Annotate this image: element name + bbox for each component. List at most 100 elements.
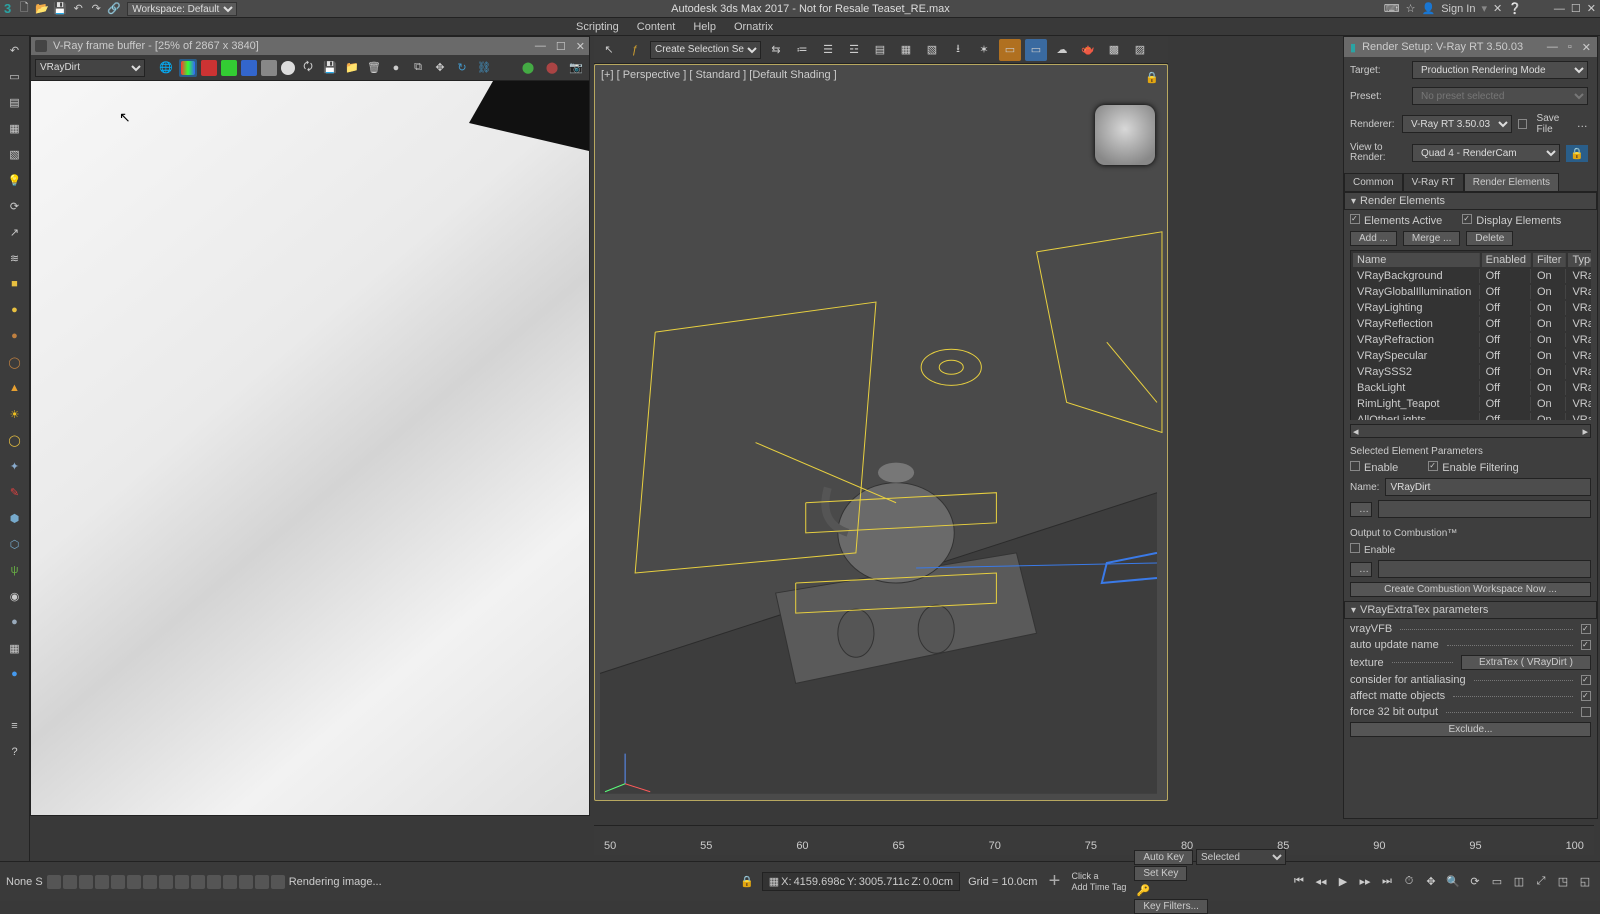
key-icon[interactable]: 🔑 bbox=[1134, 881, 1152, 899]
utility-icon[interactable]: ▧ bbox=[5, 144, 25, 164]
align-icon[interactable]: ≔ bbox=[791, 39, 813, 61]
table-row[interactable]: VRayRefractionOffOnVRayRefrac bbox=[1353, 333, 1591, 347]
rollout-render-elements[interactable]: ▾ Render Elements bbox=[1344, 192, 1597, 210]
rollout-vray-extratex[interactable]: ▾ VRayExtraTex parameters bbox=[1344, 601, 1597, 619]
grid2-icon[interactable]: ▩ bbox=[1103, 39, 1125, 61]
vp-paint-icon[interactable]: ƒ bbox=[624, 39, 646, 61]
star-icon[interactable]: ☆ bbox=[1406, 2, 1416, 15]
vfb-close-icon[interactable]: ✕ bbox=[576, 40, 585, 53]
help-icon[interactable]: ❔ bbox=[1508, 2, 1522, 15]
exchange-icon[interactable]: ✕ bbox=[1493, 2, 1502, 15]
layers2-icon[interactable]: ☲ bbox=[843, 39, 865, 61]
camera-icon[interactable]: ⟳ bbox=[5, 196, 25, 216]
elem-path-field[interactable] bbox=[1378, 500, 1591, 518]
col-type[interactable]: Type bbox=[1568, 253, 1591, 267]
add-time-tag-icon[interactable]: + bbox=[1045, 873, 1063, 891]
ring-icon[interactable]: ◯ bbox=[5, 430, 25, 450]
mirror-icon[interactable]: ⇆ bbox=[765, 39, 787, 61]
vfb-maximize-icon[interactable]: ☐ bbox=[556, 40, 566, 53]
region-icon[interactable]: ◳ bbox=[1554, 873, 1572, 891]
render-setup-titlebar[interactable]: ▮ Render Setup: V-Ray RT 3.50.03 — ▫ ✕ bbox=[1344, 37, 1597, 57]
table-row[interactable]: VRayLightingOffOnVRayLightin bbox=[1353, 301, 1591, 315]
vfb-titlebar[interactable]: V-Ray frame buffer - [25% of 2867 x 3840… bbox=[31, 37, 589, 55]
texture-button[interactable]: ExtraTex ( VRayDirt ) bbox=[1461, 655, 1591, 670]
savefile-browse-icon[interactable]: … bbox=[1577, 118, 1588, 130]
elements-active-checkbox[interactable] bbox=[1350, 214, 1360, 224]
misc2-icon[interactable]: ⬡ bbox=[5, 534, 25, 554]
tab-vray-rt[interactable]: V-Ray RT bbox=[1403, 173, 1464, 191]
blue-channel-icon[interactable] bbox=[241, 60, 257, 76]
minmax-icon[interactable]: ◱ bbox=[1576, 873, 1594, 891]
grass-icon[interactable]: ψ bbox=[5, 560, 25, 580]
layers-icon[interactable]: ☰ bbox=[817, 39, 839, 61]
prev-frame-icon[interactable]: ◂◂ bbox=[1312, 873, 1330, 891]
delete-element-button[interactable]: Delete bbox=[1466, 231, 1513, 246]
save-frame-icon[interactable]: 💾 bbox=[321, 59, 339, 77]
render-icon[interactable]: ⭳ bbox=[947, 39, 969, 61]
vfb-channel-select[interactable]: VRayDirt bbox=[35, 59, 145, 77]
folder-icon[interactable]: 📁 bbox=[343, 59, 361, 77]
elem-browse-button[interactable]: … bbox=[1350, 502, 1372, 517]
view-to-render-select[interactable]: Quad 4 - RenderCam bbox=[1412, 144, 1560, 162]
red-channel-icon[interactable] bbox=[201, 60, 217, 76]
refresh-icon[interactable]: ↻ bbox=[453, 59, 471, 77]
key-mode-select[interactable]: Selected bbox=[1196, 849, 1286, 865]
enable-filtering-checkbox[interactable] bbox=[1428, 461, 1438, 471]
trash-icon[interactable]: 🗑 bbox=[365, 59, 383, 77]
menu-content[interactable]: Content bbox=[637, 21, 676, 33]
orbit-icon[interactable]: ⟳ bbox=[1466, 873, 1484, 891]
box-icon[interactable]: ■ bbox=[5, 274, 25, 294]
dup-icon[interactable]: ⧉ bbox=[409, 59, 427, 77]
param-checkbox[interactable] bbox=[1581, 707, 1591, 717]
grid-icon[interactable]: ▦ bbox=[5, 638, 25, 658]
goto-end-icon[interactable]: ⏭ bbox=[1378, 873, 1396, 891]
pan-icon[interactable]: ✥ bbox=[1422, 873, 1440, 891]
workspace-selector[interactable]: Workspace: Default bbox=[127, 2, 237, 16]
savefile-checkbox[interactable] bbox=[1518, 119, 1527, 129]
save-icon[interactable]: 💾 bbox=[53, 2, 67, 16]
tab-common[interactable]: Common bbox=[1344, 173, 1403, 191]
panel-maximize-icon[interactable]: ▫ bbox=[1568, 41, 1572, 54]
snap-icon[interactable]: ✶ bbox=[973, 39, 995, 61]
rgb-all-icon[interactable] bbox=[179, 59, 197, 77]
link2-icon[interactable]: ⛓ bbox=[475, 59, 493, 77]
vfb-image-view[interactable]: ↖ bbox=[31, 81, 589, 815]
list-icon[interactable]: ≡ bbox=[5, 716, 25, 736]
globe-icon[interactable]: 🌐 bbox=[157, 59, 175, 77]
redo-icon[interactable]: ↷ bbox=[89, 2, 103, 16]
menu-ornatrix[interactable]: Ornatrix bbox=[734, 21, 773, 33]
exclude-button[interactable]: Exclude... bbox=[1350, 722, 1591, 737]
undo-tool-icon[interactable]: ↶ bbox=[5, 40, 25, 60]
close-icon[interactable]: ✕ bbox=[1587, 2, 1596, 15]
table-row[interactable]: VRaySSS2OffOnVRaySSS2 bbox=[1353, 365, 1591, 379]
target-icon[interactable]: ✥ bbox=[431, 59, 449, 77]
vfb-minimize-icon[interactable]: — bbox=[535, 40, 546, 53]
misc1-icon[interactable]: ⬢ bbox=[5, 508, 25, 528]
combustion-browse-button[interactable]: … bbox=[1350, 562, 1372, 577]
table-row[interactable]: VRaySpecularOffOnVRaySpecul bbox=[1353, 349, 1591, 363]
table-row[interactable]: RimLight_TeapotOffOnVRayLightS bbox=[1353, 397, 1591, 411]
iso-icon[interactable]: ▦ bbox=[769, 875, 779, 888]
play-icon[interactable]: ▶ bbox=[1334, 873, 1352, 891]
setkey-button[interactable]: Set Key bbox=[1134, 866, 1187, 881]
zoom-icon[interactable]: 🔍 bbox=[1444, 873, 1462, 891]
merge-element-button[interactable]: Merge ... bbox=[1403, 231, 1460, 246]
hierarchy-icon[interactable]: ▤ bbox=[5, 92, 25, 112]
stone-icon[interactable]: ◉ bbox=[5, 586, 25, 606]
tab-render-elements[interactable]: Render Elements bbox=[1464, 173, 1559, 191]
target-select[interactable]: Production Rendering Mode bbox=[1412, 61, 1588, 79]
frame-icon[interactable]: ▭ bbox=[1025, 39, 1047, 61]
time-config-icon[interactable]: ⏱ bbox=[1400, 873, 1418, 891]
viewport-label[interactable]: [+] [ Perspective ] [ Standard ] [Defaul… bbox=[601, 69, 837, 81]
new-icon[interactable]: 🗋 bbox=[17, 2, 31, 16]
table-row[interactable]: VRayReflectionOffOnVRayReflec bbox=[1353, 317, 1591, 331]
next-frame-icon[interactable]: ▸▸ bbox=[1356, 873, 1374, 891]
camera-flash-icon[interactable]: 📷 bbox=[567, 59, 585, 77]
param-checkbox[interactable] bbox=[1581, 640, 1591, 650]
alpha-channel-icon[interactable] bbox=[261, 60, 277, 76]
autokey-button[interactable]: Auto Key bbox=[1134, 850, 1193, 865]
field-icon[interactable]: ◫ bbox=[1510, 873, 1528, 891]
goto-start-icon[interactable]: ⏮ bbox=[1290, 873, 1308, 891]
col-enabled[interactable]: Enabled bbox=[1482, 253, 1531, 267]
lock-view-icon[interactable]: 🔒 bbox=[1566, 145, 1588, 162]
